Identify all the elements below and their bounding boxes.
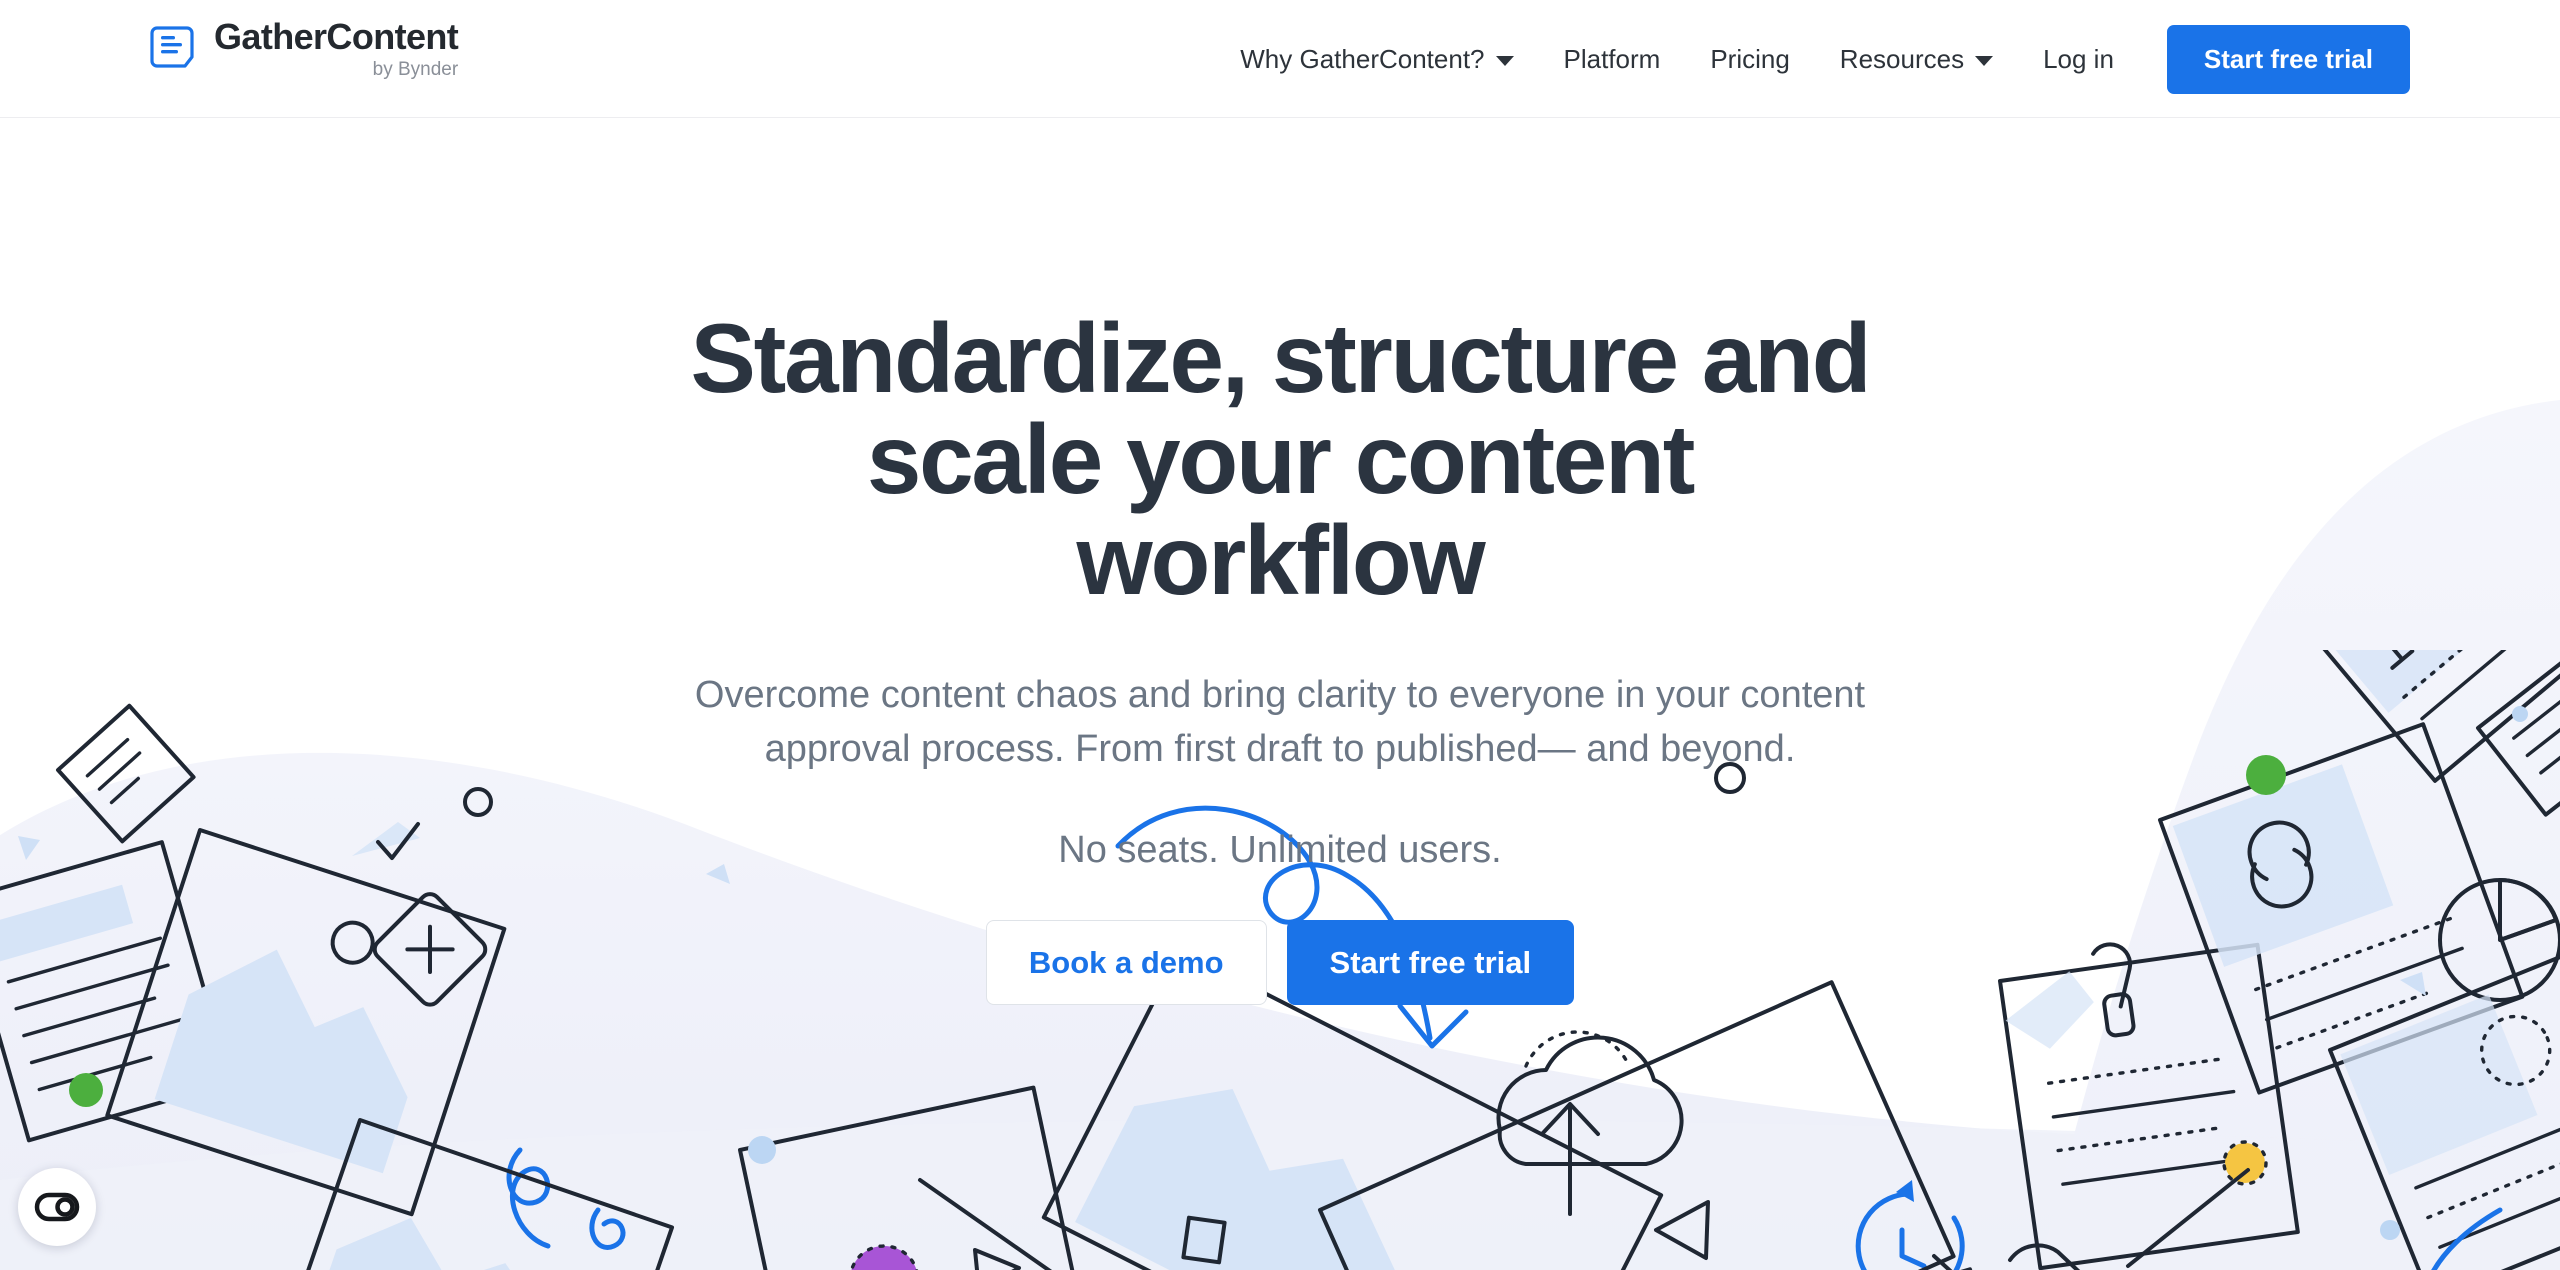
cookie-consent-button[interactable] — [18, 1168, 96, 1246]
cookie-toggle-icon — [34, 1192, 80, 1222]
brand-name: GatherContent — [214, 16, 459, 57]
nav-item-label: Why GatherContent? — [1240, 43, 1485, 74]
nav-item-why-gathercontent[interactable]: Why GatherContent? — [1215, 44, 1538, 75]
brand-logo[interactable]: GatherContent by Bynder — [150, 16, 459, 82]
nav-item-log-in[interactable]: Log in — [2018, 44, 2139, 75]
header-start-free-trial-button[interactable]: Start free trial — [2166, 24, 2410, 94]
dot-green — [69, 1073, 103, 1107]
hero-start-free-trial-button[interactable]: Start free trial — [1286, 919, 1575, 1005]
dot-yellow — [2225, 1143, 2265, 1183]
chevron-down-icon — [1975, 55, 1994, 66]
background-decoration — [0, 0, 2560, 1270]
site-header: GatherContent by Bynder Why GatherConten… — [0, 0, 2560, 118]
hero-title: Standardize, structure and scale your co… — [690, 303, 1872, 615]
illustration-center-group — [849, 980, 1985, 1270]
nav-item-label: Platform — [1563, 43, 1661, 74]
dot-purple — [851, 1246, 917, 1270]
page-root: GatherContent by Bynder Why GatherConten… — [0, 0, 2560, 1270]
hero-subtitle: Overcome content chaos and bring clarity… — [694, 673, 1866, 770]
brand-tagline: by Bynder — [372, 58, 459, 80]
nav-item-resources[interactable]: Resources — [1815, 44, 2018, 75]
nav-item-label: Resources — [1839, 43, 1965, 74]
primary-navigation: Why GatherContent? Platform Pricing Reso… — [1215, 0, 2410, 118]
hero-note: No seats. Unlimited users. — [1058, 828, 1502, 871]
nav-item-platform[interactable]: Platform — [1539, 44, 1686, 75]
hero-section: Standardize, structure and scale your co… — [0, 118, 2560, 1005]
illustration-right-group — [1932, 650, 2560, 1270]
hero-cta-group: Book a demo Start free trial — [985, 919, 1575, 1005]
book-a-demo-button[interactable]: Book a demo — [985, 919, 1267, 1005]
dot-green — [2246, 755, 2286, 795]
chevron-down-icon — [1495, 55, 1514, 66]
document-speech-bubble-icon — [150, 26, 194, 68]
nav-item-pricing[interactable]: Pricing — [1685, 44, 1814, 75]
nav-item-label: Pricing — [1710, 43, 1790, 74]
nav-item-label: Log in — [2043, 43, 2114, 74]
